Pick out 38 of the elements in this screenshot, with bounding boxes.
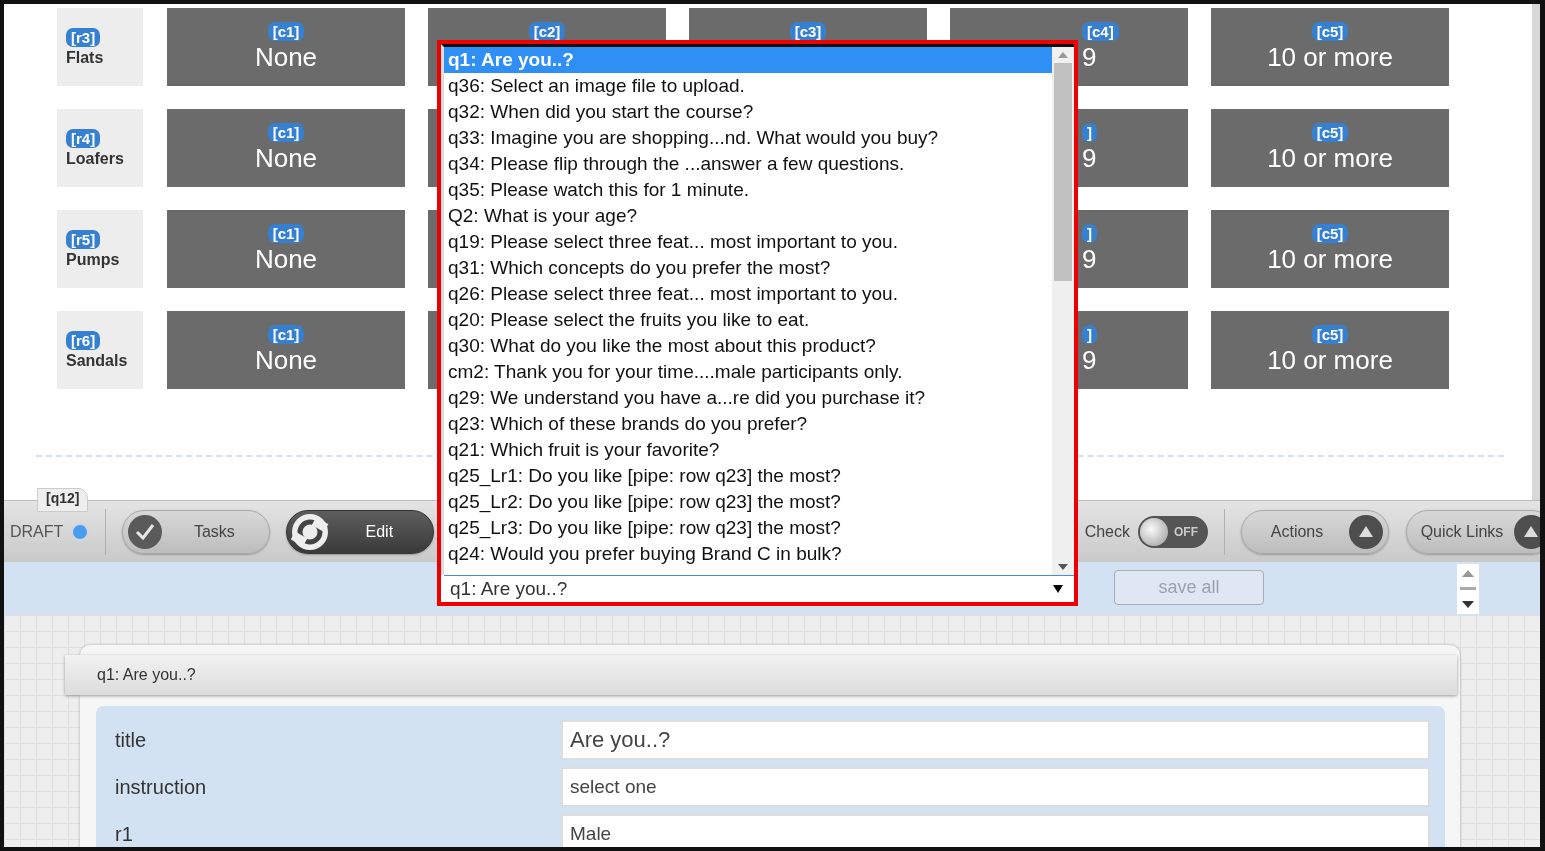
row-code: [r4] bbox=[66, 128, 101, 148]
answer-value: None bbox=[254, 345, 318, 375]
column-code: [c1] bbox=[267, 224, 305, 243]
column-code: [c1] bbox=[267, 123, 305, 142]
answer-value: 10 or more bbox=[1267, 143, 1393, 173]
answer-value: 10 or more bbox=[1267, 244, 1393, 274]
row-code: [r6] bbox=[66, 330, 101, 350]
row-name: Flats bbox=[66, 48, 104, 67]
answer-value: 10 or more bbox=[1267, 42, 1393, 72]
row-code: [r3] bbox=[66, 27, 101, 47]
column-code: [c5] bbox=[1311, 325, 1349, 344]
answer-value: 10 or more bbox=[1267, 345, 1393, 375]
column-code: ] bbox=[1082, 224, 1097, 243]
column-code: [c4] bbox=[1082, 22, 1119, 41]
answer-value: None bbox=[254, 42, 318, 72]
answer-value: 9 bbox=[1082, 345, 1097, 375]
column-code: [c1] bbox=[267, 325, 305, 344]
field-label: instruction bbox=[115, 775, 208, 799]
field-label: r1 bbox=[115, 822, 134, 846]
column-code: ] bbox=[1082, 123, 1097, 142]
question-header: q1: Are you..? bbox=[65, 655, 1457, 695]
status-label: DRAFT bbox=[10, 522, 64, 541]
answer-value: 9 bbox=[1082, 244, 1097, 274]
column-code: [c5] bbox=[1311, 22, 1349, 41]
row-name: Sandals bbox=[66, 351, 128, 370]
column-code: [c5] bbox=[1311, 123, 1349, 142]
field-label: title bbox=[115, 728, 148, 752]
toggle-label: Check bbox=[1084, 522, 1130, 541]
row-name: Loafers bbox=[66, 149, 124, 168]
row-code: [r5] bbox=[66, 229, 101, 249]
answer-value: 9 bbox=[1082, 143, 1097, 173]
answer-value: None bbox=[254, 143, 318, 173]
answer-value: 9 bbox=[1082, 42, 1097, 72]
row-name: Pumps bbox=[66, 250, 120, 269]
column-code: [c5] bbox=[1311, 224, 1349, 243]
column-code: [c1] bbox=[267, 22, 305, 41]
answer-value: None bbox=[254, 244, 318, 274]
column-code: ] bbox=[1082, 325, 1097, 344]
